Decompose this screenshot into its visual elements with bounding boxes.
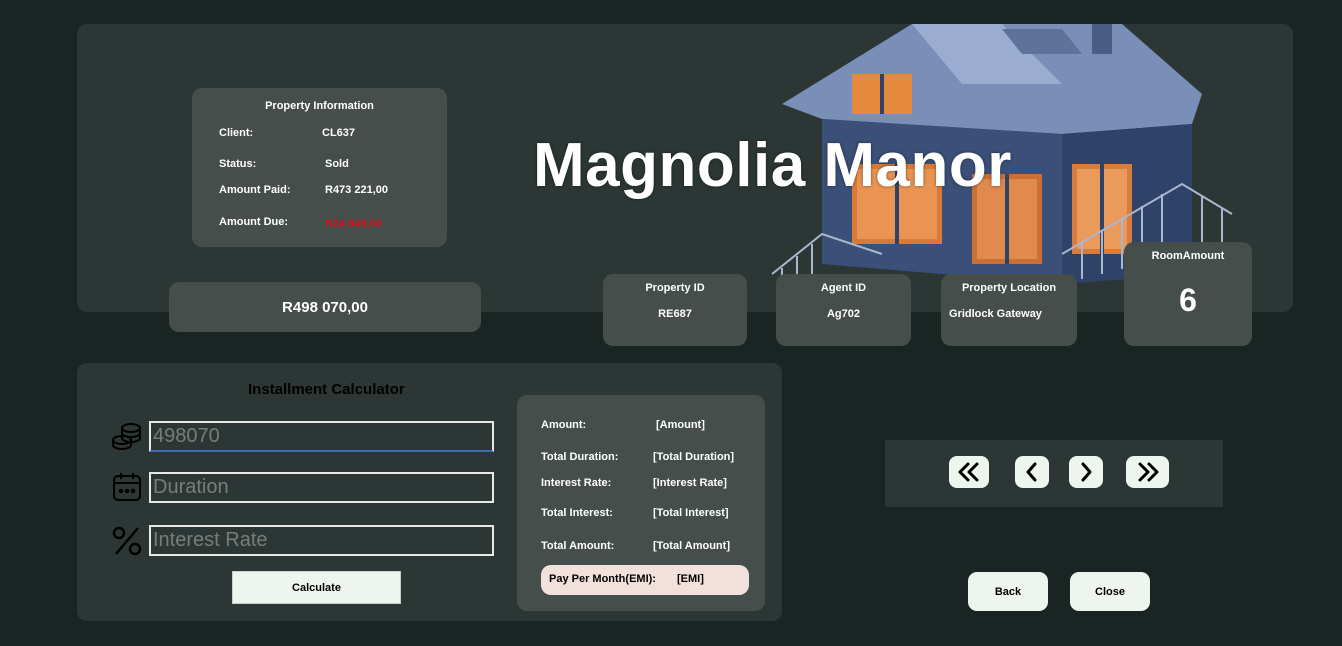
- result-duration-label: Total Duration:: [541, 451, 619, 463]
- result-rate-label: Interest Rate:: [541, 477, 612, 489]
- emi-result-box: Pay Per Month(EMI): [EMI]: [541, 565, 749, 595]
- result-interest-value: [Total Interest]: [653, 507, 729, 519]
- emi-label: Pay Per Month(EMI):: [549, 573, 656, 585]
- result-total-value: [Total Amount]: [653, 540, 730, 552]
- calculator-title: Installment Calculator: [248, 381, 405, 398]
- agent-id-card: Agent ID Ag702: [776, 274, 911, 346]
- property-id-label: Property ID: [645, 282, 705, 294]
- close-button[interactable]: Close: [1070, 572, 1150, 611]
- calculate-button[interactable]: Calculate: [232, 571, 401, 604]
- emi-value: [EMI]: [677, 573, 704, 585]
- property-info-card: Property Information Client: CL637 Statu…: [192, 88, 447, 247]
- client-label: Client:: [219, 127, 254, 139]
- amount-paid-label: Amount Paid:: [219, 184, 291, 196]
- result-total-label: Total Amount:: [541, 540, 615, 552]
- amount-due-label: Amount Due:: [219, 216, 289, 228]
- property-location-value: Gridlock Gateway: [949, 308, 1042, 320]
- room-amount-card: RoomAmount 6: [1124, 242, 1252, 346]
- result-amount-label: Amount:: [541, 419, 587, 431]
- previous-icon: [1026, 462, 1037, 482]
- agent-id-label: Agent ID: [820, 282, 867, 294]
- previous-record-button[interactable]: [1015, 456, 1049, 488]
- result-duration-value: [Total Duration]: [653, 451, 735, 463]
- result-rate-value: [Interest Rate]: [653, 477, 727, 489]
- amount-paid-value: R473 221,00: [325, 184, 388, 196]
- first-page-icon: [958, 462, 979, 482]
- room-amount-label: RoomAmount: [1151, 250, 1225, 262]
- duration-input[interactable]: [149, 472, 494, 503]
- percent-icon: [112, 526, 142, 556]
- first-record-button[interactable]: [949, 456, 989, 488]
- next-record-button[interactable]: [1069, 456, 1103, 488]
- status-value: Sold: [325, 158, 349, 170]
- property-id-card: Property ID RE687: [603, 274, 747, 346]
- property-location-label: Property Location: [961, 282, 1057, 294]
- amount-due-value: R24 849,00: [325, 218, 382, 230]
- next-icon: [1081, 462, 1092, 482]
- property-info-title: Property Information: [265, 100, 374, 112]
- calendar-icon: [113, 473, 141, 501]
- record-navigation-panel: [885, 440, 1223, 507]
- last-record-button[interactable]: [1126, 456, 1169, 488]
- property-location-card: Property Location Gridlock Gateway: [941, 274, 1077, 346]
- amount-input[interactable]: [149, 421, 494, 452]
- last-page-icon: [1138, 462, 1158, 482]
- interest-rate-input[interactable]: [149, 525, 494, 556]
- property-price: R498 070,00: [169, 282, 481, 332]
- result-interest-label: Total Interest:: [541, 507, 613, 519]
- room-amount-value: 6: [1179, 282, 1197, 318]
- back-button[interactable]: Back: [968, 572, 1048, 611]
- agent-id-value: Ag702: [826, 308, 861, 320]
- client-value: CL637: [322, 127, 356, 139]
- coins-icon: [112, 423, 141, 451]
- result-amount-value: [Amount]: [656, 419, 705, 431]
- property-id-value: RE687: [658, 308, 692, 320]
- status-label: Status:: [219, 158, 257, 170]
- property-name-title: Magnolia Manor: [533, 131, 1012, 200]
